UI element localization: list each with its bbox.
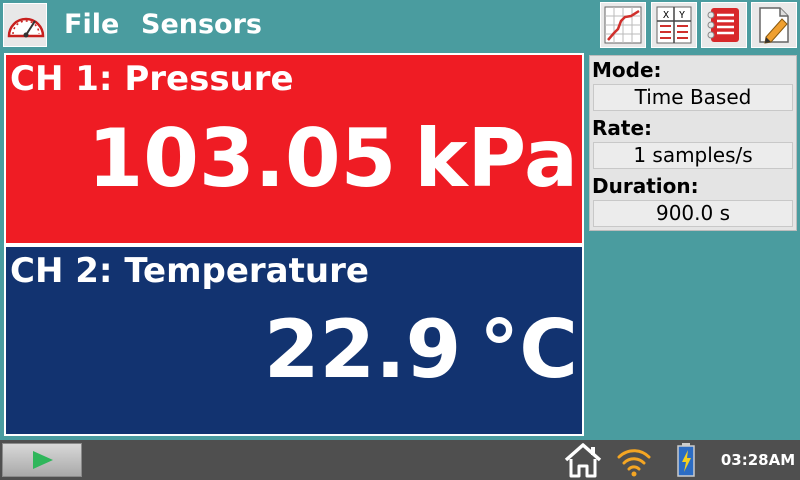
svg-text:X: X (663, 10, 669, 21)
menu-sensors[interactable]: Sensors (141, 8, 262, 42)
channel-1-reading: 103.05 kPa (88, 115, 578, 203)
collection-settings-panel[interactable]: Mode: Time Based Rate: 1 samples/s Durat… (589, 55, 797, 231)
meter-view-icon[interactable] (3, 3, 47, 47)
graph-view-button[interactable] (600, 2, 646, 48)
journal-button[interactable] (751, 2, 797, 48)
notes-button[interactable] (701, 2, 747, 48)
graph-view-icon (604, 6, 642, 44)
channel-2-value: 22.9 (263, 303, 462, 396)
channel-2-panel[interactable]: CH 2: Temperature 22.9 °C (4, 245, 584, 436)
svg-text:Y: Y (679, 10, 685, 21)
rate-setting[interactable]: Rate: 1 samples/s (590, 114, 796, 172)
top-bar: File Sensors X Y (0, 0, 800, 50)
start-collection-button[interactable] (2, 443, 82, 477)
menu-file[interactable]: File (64, 8, 119, 42)
play-icon (33, 451, 53, 469)
channel-2-reading: 22.9 °C (264, 306, 578, 394)
journal-icon (759, 7, 789, 44)
channel-1-panel[interactable]: CH 1: Pressure 103.05 kPa (4, 53, 584, 245)
mode-label: Mode: (592, 58, 662, 82)
channel-1-value: 103.05 (87, 112, 397, 205)
channel-1-label: CH 1: Pressure (10, 59, 294, 99)
mode-setting[interactable]: Mode: Time Based (590, 56, 796, 114)
status-bar: 03:28AM (0, 440, 800, 480)
rate-value[interactable]: 1 samples/s (593, 142, 793, 169)
rate-label: Rate: (592, 116, 653, 140)
table-view-icon: X Y (656, 6, 692, 44)
notes-icon (707, 8, 739, 42)
duration-value[interactable]: 900.0 s (593, 200, 793, 227)
battery-icon (677, 443, 695, 477)
home-icon[interactable] (562, 440, 604, 480)
clock-time: 03:28AM (720, 451, 796, 469)
table-view-button[interactable]: X Y (651, 2, 697, 48)
channel-2-label: CH 2: Temperature (10, 251, 369, 291)
wifi-icon[interactable] (614, 440, 654, 480)
duration-label: Duration: (592, 174, 699, 198)
duration-setting[interactable]: Duration: 900.0 s (590, 172, 796, 230)
channel-2-unit: °C (479, 303, 578, 396)
mode-value[interactable]: Time Based (593, 84, 793, 111)
channel-1-unit: kPa (414, 112, 578, 205)
